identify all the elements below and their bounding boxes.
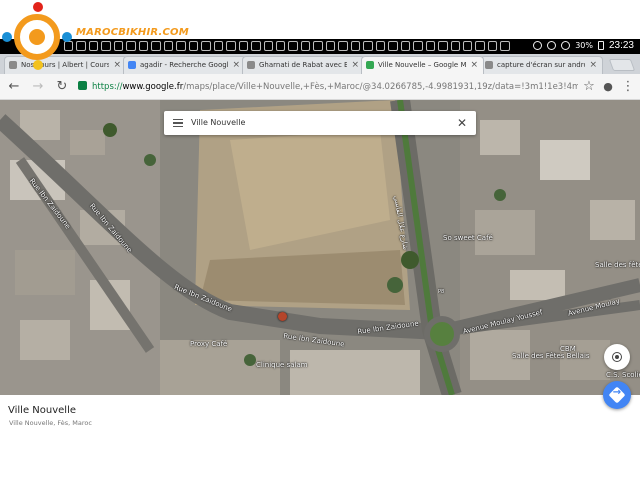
battery-icon <box>597 41 604 50</box>
satellite-map[interactable]: Rue Ibn Zaidoune Rue Ibn Zaidoune Rue Ib… <box>0 100 640 395</box>
maps-icon <box>366 61 374 69</box>
map-label-poi[interactable]: So sweet Café <box>443 234 493 242</box>
new-tab-button[interactable] <box>608 59 636 71</box>
forward-icon[interactable]: → <box>30 79 46 95</box>
notification-icon <box>188 41 199 51</box>
notification-icon <box>338 41 348 51</box>
menu-icon[interactable] <box>173 119 183 127</box>
close-tab-icon[interactable]: × <box>351 57 359 73</box>
watermark-logo: MAROCBIKHIR.COM <box>0 0 190 70</box>
search-card[interactable]: Ville Nouvelle ✕ <box>164 111 476 135</box>
notification-icon <box>313 41 323 51</box>
reload-icon[interactable]: ↻ <box>54 79 70 95</box>
alarm-icon <box>533 41 543 50</box>
notification-icon <box>500 41 510 51</box>
place-address: Ville Nouvelle, Fès, Maroc <box>9 419 92 427</box>
battery-level: 30% <box>575 41 593 50</box>
microphone-icon[interactable]: ● <box>600 79 616 95</box>
notification-icon <box>438 41 448 51</box>
map-label-poi[interactable]: Proxy Café <box>190 340 227 348</box>
map-label-poi[interactable]: Clinique salam <box>256 361 308 369</box>
lock-icon <box>78 81 87 90</box>
map-label-poi[interactable]: Salle des Fêtes Bellais <box>512 352 590 360</box>
logo-dot <box>33 60 43 70</box>
browser-toolbar: ← → ↻ https://www.google.fr/maps/place/V… <box>0 74 640 100</box>
url-host: www.google.fr <box>122 82 184 92</box>
logo-ring <box>14 14 60 60</box>
notification-icon <box>450 41 460 51</box>
notification-icon <box>288 41 298 51</box>
place-info-sheet[interactable]: Ville Nouvelle Ville Nouvelle, Fès, Maro… <box>0 395 640 480</box>
location-pin-icon[interactable] <box>278 312 287 321</box>
notification-icon <box>213 41 224 51</box>
notification-icon <box>275 41 286 51</box>
close-icon[interactable]: ✕ <box>455 116 469 130</box>
notification-icon <box>400 41 411 51</box>
notification-icon <box>463 41 473 51</box>
notification-icon <box>201 41 211 51</box>
tab-label: capture d'écran sur android... <box>497 61 585 69</box>
bookmark-star-icon[interactable]: ☆ <box>581 79 597 95</box>
page-icon <box>247 61 255 69</box>
map-label-poi[interactable]: Salle des fêtes <box>595 261 640 269</box>
map-label-poi[interactable]: C.S. Scolier <box>606 371 640 379</box>
overflow-menu-icon[interactable]: ⋮ <box>620 79 636 95</box>
satellite-imagery <box>0 100 640 395</box>
url-path: /maps/place/Ville+Nouvelle,+Fès,+Maroc/@… <box>183 82 578 92</box>
notification-icon <box>425 41 436 51</box>
notification-icon <box>375 41 386 51</box>
page-icon <box>485 61 493 69</box>
back-icon[interactable]: ← <box>6 79 22 95</box>
url-scheme: https:// <box>92 82 123 92</box>
close-tab-icon[interactable]: × <box>232 57 240 73</box>
notification-icon <box>300 41 311 51</box>
notification-icon <box>325 41 336 51</box>
notification-icon <box>388 41 398 51</box>
signal-icon <box>561 41 571 50</box>
tab-label: Ville Nouvelle – Google Map... <box>378 61 466 69</box>
logo-dot <box>2 32 12 42</box>
notification-icon <box>475 41 485 51</box>
place-name: Ville Nouvelle <box>8 405 77 416</box>
wifi-icon <box>547 41 557 50</box>
logo-dot <box>62 32 72 42</box>
notification-icon <box>487 41 498 51</box>
tab-google-maps[interactable]: Ville Nouvelle – Google Map... × <box>361 56 484 74</box>
notification-icon <box>413 41 423 51</box>
tab-label: Gharnati de Rabat avec Bab... <box>259 61 347 69</box>
notification-icon <box>226 41 236 51</box>
logo-text: MAROCBIKHIR.COM <box>76 27 189 38</box>
screen: Rue Ibn Zaidoune Rue Ibn Zaidoune Rue Ib… <box>0 0 640 480</box>
my-location-button[interactable] <box>604 344 630 370</box>
logo-dot <box>33 2 43 12</box>
notification-icon <box>251 41 261 51</box>
notification-icon <box>263 41 273 51</box>
address-bar[interactable]: https://www.google.fr/maps/place/Ville+N… <box>78 78 578 96</box>
notification-icon <box>363 41 373 51</box>
close-tab-icon[interactable]: × <box>470 57 478 73</box>
notification-icon <box>350 41 361 51</box>
map-label-poi[interactable]: CBM <box>560 345 576 353</box>
clock: 23:23 <box>608 40 634 51</box>
system-status: 30% 23:23 <box>533 40 634 51</box>
notification-icon <box>238 41 249 51</box>
map-road-sign: P8 <box>438 289 445 295</box>
tab-gharnati[interactable]: Gharnati de Rabat avec Bab... × <box>242 56 365 74</box>
close-tab-icon[interactable]: × <box>589 57 597 73</box>
directions-button[interactable] <box>603 381 631 409</box>
search-query[interactable]: Ville Nouvelle <box>191 111 245 135</box>
tab-capture[interactable]: capture d'écran sur android... × <box>480 56 603 74</box>
